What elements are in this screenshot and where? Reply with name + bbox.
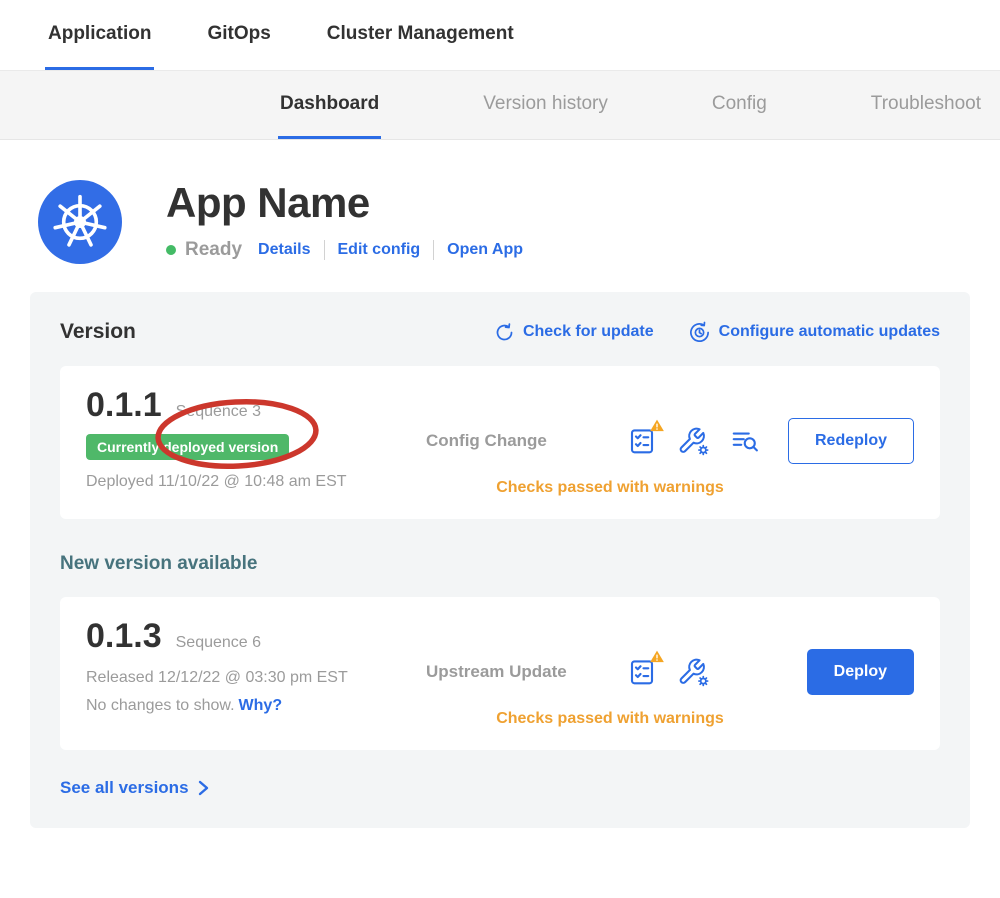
current-version-number: 0.1.1	[86, 386, 162, 425]
top-nav: Application GitOps Cluster Management	[0, 0, 1000, 71]
redeploy-button[interactable]: Redeploy	[788, 418, 914, 464]
warning-triangle-icon	[649, 649, 665, 664]
view-diff-icon[interactable]	[730, 426, 760, 456]
see-all-versions-label: See all versions	[60, 778, 189, 798]
preflight-checks-icon[interactable]	[627, 657, 657, 687]
deployed-version-badge: Currently deployed version	[86, 434, 289, 460]
status-label: Ready	[185, 239, 242, 261]
check-for-update-button[interactable]: Check for update	[494, 321, 654, 344]
top-nav-item-cluster-management[interactable]: Cluster Management	[324, 0, 517, 70]
configure-auto-updates-button[interactable]: Configure automatic updates	[688, 321, 940, 344]
top-nav-item-application[interactable]: Application	[45, 0, 154, 70]
version-heading: Version	[60, 320, 136, 344]
new-version-card: 0.1.3 Sequence 6 Released 12/12/22 @ 03:…	[60, 597, 940, 750]
auto-update-clock-icon	[688, 321, 711, 344]
tab-troubleshoot[interactable]: Troubleshoot	[869, 71, 983, 139]
top-nav-item-gitops[interactable]: GitOps	[204, 0, 273, 70]
sub-nav: Dashboard Version history Config Trouble…	[0, 71, 1000, 140]
new-version-type: Upstream Update	[426, 662, 601, 682]
details-link[interactable]: Details	[258, 241, 310, 259]
kubernetes-logo-icon	[38, 180, 122, 264]
current-version-card: 0.1.1 Sequence 3 Currently deployed vers…	[60, 366, 940, 519]
current-version-type: Config Change	[426, 431, 601, 451]
new-version-number: 0.1.3	[86, 617, 162, 656]
divider	[324, 240, 325, 260]
why-link[interactable]: Why?	[239, 697, 283, 714]
open-app-link[interactable]: Open App	[447, 241, 523, 259]
tab-dashboard[interactable]: Dashboard	[278, 71, 381, 139]
current-checks-status: Checks passed with warnings	[426, 479, 914, 497]
refresh-icon	[494, 322, 515, 343]
config-tools-icon[interactable]	[677, 426, 710, 457]
preflight-checks-icon[interactable]	[627, 426, 657, 456]
tab-config[interactable]: Config	[710, 71, 769, 139]
no-changes-label: No changes to show.	[86, 697, 235, 714]
deploy-button[interactable]: Deploy	[807, 649, 914, 695]
configure-auto-updates-label: Configure automatic updates	[719, 323, 940, 341]
new-sequence-label: Sequence 6	[176, 634, 261, 652]
released-timestamp: Released 12/12/22 @ 03:30 pm EST	[86, 669, 416, 687]
app-header: App Name Ready Details Edit config Open …	[0, 140, 1000, 264]
deployed-timestamp: Deployed 11/10/22 @ 10:48 am EST	[86, 473, 416, 491]
warning-triangle-icon	[649, 418, 665, 433]
see-all-versions-link[interactable]: See all versions	[60, 778, 209, 798]
tab-version-history[interactable]: Version history	[481, 71, 610, 139]
app-status-row: Ready Details Edit config Open App	[166, 239, 523, 261]
config-tools-icon[interactable]	[677, 657, 710, 688]
edit-config-link[interactable]: Edit config	[338, 241, 421, 259]
chevron-right-icon	[197, 779, 209, 797]
new-version-heading: New version available	[60, 553, 940, 575]
current-sequence-label: Sequence 3	[176, 403, 261, 421]
divider	[433, 240, 434, 260]
version-panel: Version Check for update Configure autom…	[30, 292, 970, 828]
new-checks-status: Checks passed with warnings	[426, 710, 914, 728]
page-title: App Name	[166, 180, 523, 226]
status-dot	[166, 245, 176, 255]
check-for-update-label: Check for update	[523, 323, 654, 341]
